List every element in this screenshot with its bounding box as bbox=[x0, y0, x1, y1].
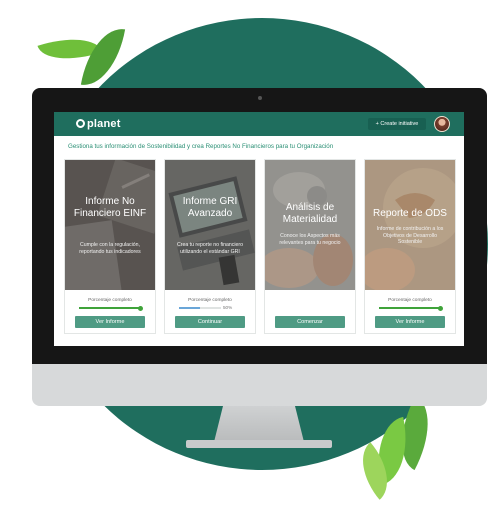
card-description: Conoce los Aspectos más relevantes para … bbox=[279, 233, 341, 246]
brand-logo[interactable]: planet bbox=[76, 118, 121, 130]
card-description: Cumple con la regulación, reportando tus… bbox=[79, 242, 141, 255]
top-bar: planet + Create initiative bbox=[54, 112, 464, 136]
card-title: Informe GRI Avanzado bbox=[182, 196, 238, 219]
brand-name: planet bbox=[87, 118, 121, 130]
progress-percent: 50% bbox=[223, 305, 233, 310]
ver-informe-button[interactable]: Ver Informe bbox=[375, 316, 445, 328]
progress-label: Porcentaje completo bbox=[188, 298, 232, 303]
card-title: Informe No Financiero EINF bbox=[73, 196, 147, 219]
progress-complete-dot bbox=[438, 305, 443, 311]
progress-complete-dot bbox=[138, 305, 143, 311]
card-image-laptop bbox=[165, 160, 255, 290]
create-initiative-button[interactable]: + Create initiative bbox=[368, 118, 426, 130]
progress-label: Porcentaje completo bbox=[88, 298, 132, 303]
card-gri: Informe GRI Avanzado Crea tu reporte no … bbox=[164, 159, 256, 334]
progress-fill bbox=[79, 307, 141, 309]
monitor-stand bbox=[214, 406, 304, 442]
progress-bar bbox=[79, 305, 143, 311]
progress-fill bbox=[379, 307, 441, 309]
progress-label: Porcentaje completo bbox=[388, 298, 432, 303]
camera-icon bbox=[258, 96, 262, 100]
card-image-globe bbox=[365, 160, 455, 290]
continuar-button[interactable]: Continuar bbox=[175, 316, 245, 328]
monitor-chin bbox=[32, 364, 487, 406]
card-image-paperwork bbox=[65, 160, 155, 290]
card-description: Crea tu reporte no financiero utilizando… bbox=[176, 242, 244, 255]
card-title: Reporte de ODS bbox=[373, 208, 447, 219]
page-subtitle: Gestiona tus información de Sostenibilid… bbox=[68, 143, 334, 150]
comenzar-button[interactable]: Comenzar bbox=[275, 316, 345, 328]
card-description: Informe de contribución a los Objetivos … bbox=[376, 226, 444, 246]
card-materialidad: Análisis de Materialidad Conoce los Aspe… bbox=[264, 159, 356, 334]
app-screen: planet + Create initiative Gestiona tus … bbox=[54, 112, 464, 346]
card-title: Análisis de Materialidad bbox=[282, 202, 338, 225]
planet-logo-icon bbox=[76, 119, 85, 128]
progress-bar bbox=[379, 305, 443, 311]
card-einf: Informe No Financiero EINF Cumple con la… bbox=[64, 159, 156, 334]
create-initiative-label: Create initiative bbox=[380, 121, 419, 127]
progress-bar bbox=[179, 307, 221, 309]
avatar[interactable] bbox=[434, 116, 450, 132]
ver-informe-button[interactable]: Ver Informe bbox=[75, 316, 145, 328]
progress-fill bbox=[179, 307, 200, 309]
card-ods: Reporte de ODS Informe de contribución a… bbox=[364, 159, 456, 334]
monitor-base bbox=[186, 440, 332, 448]
